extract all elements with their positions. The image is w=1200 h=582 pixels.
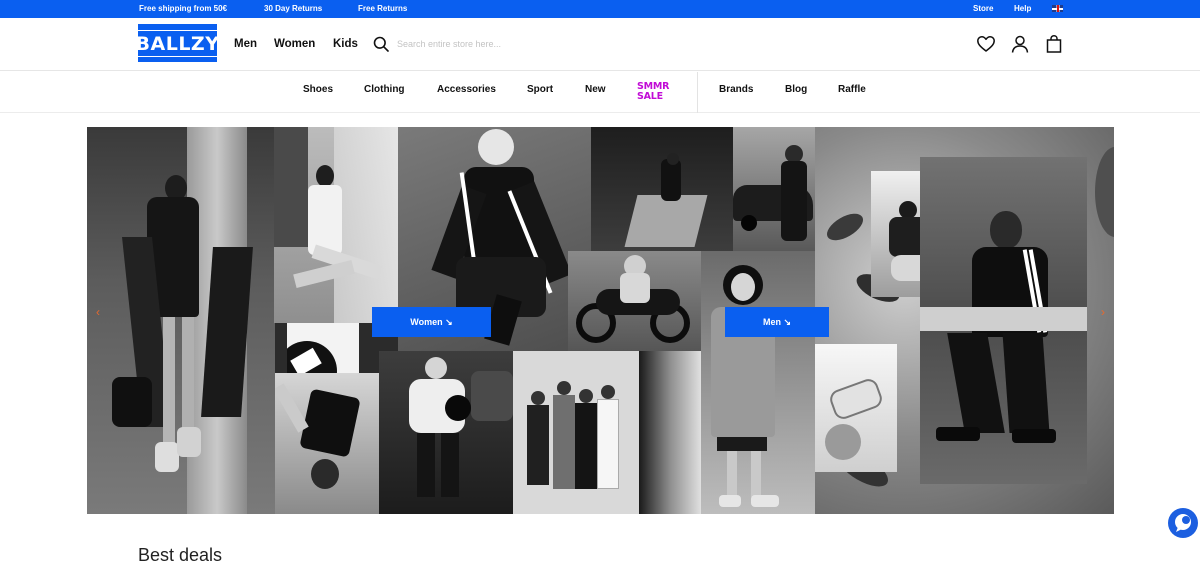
cat-clothing[interactable]: Clothing [364,84,405,95]
category-nav: Shoes Clothing Accessories Sport New SMM… [0,72,1200,113]
nav-kids[interactable]: Kids [333,38,358,50]
carousel-prev-arrow[interactable]: ‹ [91,305,105,319]
photo-corridor [591,127,734,251]
uk-flag-icon[interactable] [1052,5,1063,12]
photo-helmet-woman [379,351,513,514]
logo-text: BALLZY [129,29,226,57]
hero-collage[interactable]: Women ↘ Men ↘ ‹ › [87,127,1114,514]
search-icon[interactable] [373,36,389,52]
store-link[interactable]: Store [973,4,993,13]
account-icon[interactable] [1010,34,1030,54]
carousel-next-arrow[interactable]: › [1096,305,1110,319]
summer-sale-link[interactable]: SMMR SALE [637,82,677,104]
nav-divider [697,72,698,113]
photo-track-suit-man [920,157,1087,484]
photo-blur [639,351,701,514]
chat-bubble-icon [1175,514,1191,532]
promo-30-day-returns: 30 Day Returns [264,4,323,13]
search-input[interactable] [397,36,697,52]
photo-motorcycle [568,251,702,351]
help-link[interactable]: Help [1014,4,1031,13]
bag-icon[interactable] [1044,34,1064,54]
best-deals-title: Best deals [138,545,223,565]
cat-new[interactable]: New [585,84,606,95]
announcement-bar: Free shipping from 50€ 30 Day Returns Fr… [0,0,1200,18]
cat-accessories[interactable]: Accessories [437,84,496,95]
men-button[interactable]: Men ↘ [725,307,829,337]
sale-line-2: SALE [637,90,663,102]
cat-sport[interactable]: Sport [527,84,553,95]
photo-group [513,351,639,514]
ballzy-logo[interactable]: BALLZY [129,24,226,62]
promo-free-shipping: Free shipping from 50€ [139,4,228,13]
promo-free-returns: Free Returns [358,4,408,13]
photo-upside-down [275,373,379,514]
site-header: BALLZY Men Women Kids [0,18,1200,71]
chat-widget-button[interactable] [1168,508,1198,538]
cat-shoes[interactable]: Shoes [303,84,333,95]
cat-brands[interactable]: Brands [719,84,753,95]
photo-sneaker-closeup [815,344,897,472]
photo-trench-coat [701,251,815,514]
cat-blog[interactable]: Blog [785,84,807,95]
cat-raffle[interactable]: Raffle [838,84,866,95]
women-button[interactable]: Women ↘ [372,307,491,337]
nav-men[interactable]: Men [234,38,257,50]
heart-icon[interactable] [976,34,996,54]
nav-women[interactable]: Women [274,38,315,50]
photo-woman-phone [87,127,275,514]
photo-woman-sitting [274,127,398,323]
